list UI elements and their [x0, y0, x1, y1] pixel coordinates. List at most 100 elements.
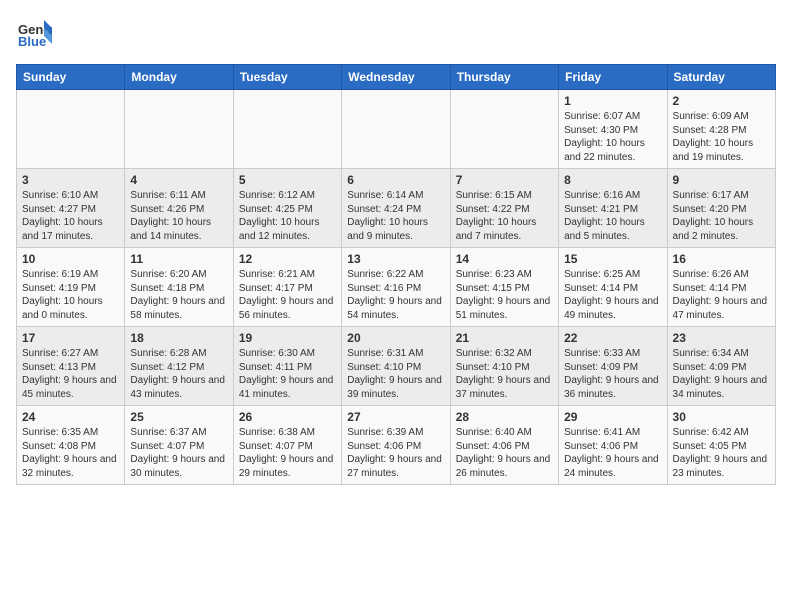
calendar-cell: 21 Sunrise: 6:32 AM Sunset: 4:10 PM Dayli…	[450, 327, 558, 406]
calendar-week-2: 3 Sunrise: 6:10 AM Sunset: 4:27 PM Daylig…	[17, 169, 776, 248]
day-info: Sunrise: 6:28 AM Sunset: 4:12 PM Dayligh…	[130, 347, 227, 401]
day-info: Sunrise: 6:17 AM Sunset: 4:20 PM Dayligh…	[673, 189, 770, 243]
day-number: 21	[456, 331, 553, 345]
day-info: Sunrise: 6:10 AM Sunset: 4:27 PM Dayligh…	[22, 189, 119, 243]
calendar-cell: 25 Sunrise: 6:37 AM Sunset: 4:07 PM Dayli…	[125, 406, 233, 485]
calendar-cell: 22 Sunrise: 6:33 AM Sunset: 4:09 PM Dayli…	[559, 327, 667, 406]
calendar-cell: 30 Sunrise: 6:42 AM Sunset: 4:05 PM Dayli…	[667, 406, 775, 485]
calendar-cell	[233, 90, 341, 169]
calendar-cell	[450, 90, 558, 169]
calendar-cell: 16Sunrise: 6:26 AM Sunset: 4:14 PM Dayli…	[667, 248, 775, 327]
day-info: Sunrise: 6:16 AM Sunset: 4:21 PM Dayligh…	[564, 189, 661, 243]
day-info: Sunrise: 6:20 AM Sunset: 4:18 PM Dayligh…	[130, 268, 227, 322]
calendar-cell: 7Sunrise: 6:15 AM Sunset: 4:22 PM Daylig…	[450, 169, 558, 248]
calendar-week-1: 1 Sunrise: 6:07 AM Sunset: 4:30 PM Daylig…	[17, 90, 776, 169]
weekday-header-tuesday: Tuesday	[233, 65, 341, 90]
day-number: 1	[564, 94, 661, 108]
calendar-cell: 5 Sunrise: 6:12 AM Sunset: 4:25 PM Daylig…	[233, 169, 341, 248]
day-number: 9	[673, 173, 770, 187]
day-number: 13	[347, 252, 444, 266]
calendar-cell: 6 Sunrise: 6:14 AM Sunset: 4:24 PM Daylig…	[342, 169, 450, 248]
day-number: 26	[239, 410, 336, 424]
day-info: Sunrise: 6:09 AM Sunset: 4:28 PM Dayligh…	[673, 110, 770, 164]
weekday-header-monday: Monday	[125, 65, 233, 90]
day-info: Sunrise: 6:31 AM Sunset: 4:10 PM Dayligh…	[347, 347, 444, 401]
day-number: 17	[22, 331, 119, 345]
calendar-cell: 12Sunrise: 6:21 AM Sunset: 4:17 PM Dayli…	[233, 248, 341, 327]
calendar-cell: 29 Sunrise: 6:41 AM Sunset: 4:06 PM Dayli…	[559, 406, 667, 485]
calendar-cell: 24Sunrise: 6:35 AM Sunset: 4:08 PM Dayli…	[17, 406, 125, 485]
day-number: 19	[239, 331, 336, 345]
day-number: 24	[22, 410, 119, 424]
calendar-cell: 19 Sunrise: 6:30 AM Sunset: 4:11 PM Dayli…	[233, 327, 341, 406]
calendar-body: 1 Sunrise: 6:07 AM Sunset: 4:30 PM Daylig…	[17, 90, 776, 485]
day-info: Sunrise: 6:41 AM Sunset: 4:06 PM Dayligh…	[564, 426, 661, 480]
day-number: 12	[239, 252, 336, 266]
calendar-cell: 8 Sunrise: 6:16 AM Sunset: 4:21 PM Daylig…	[559, 169, 667, 248]
day-number: 30	[673, 410, 770, 424]
day-info: Sunrise: 6:32 AM Sunset: 4:10 PM Dayligh…	[456, 347, 553, 401]
day-number: 28	[456, 410, 553, 424]
day-info: Sunrise: 6:14 AM Sunset: 4:24 PM Dayligh…	[347, 189, 444, 243]
logo-icon: General Blue	[16, 16, 52, 52]
day-number: 23	[673, 331, 770, 345]
day-info: Sunrise: 6:34 AM Sunset: 4:09 PM Dayligh…	[673, 347, 770, 401]
day-number: 27	[347, 410, 444, 424]
calendar-cell: 4Sunrise: 6:11 AM Sunset: 4:26 PM Daylig…	[125, 169, 233, 248]
calendar-cell: 18Sunrise: 6:28 AM Sunset: 4:12 PM Dayli…	[125, 327, 233, 406]
calendar-cell: 15 Sunrise: 6:25 AM Sunset: 4:14 PM Dayli…	[559, 248, 667, 327]
day-number: 11	[130, 252, 227, 266]
day-info: Sunrise: 6:12 AM Sunset: 4:25 PM Dayligh…	[239, 189, 336, 243]
day-number: 2	[673, 94, 770, 108]
calendar-cell: 9 Sunrise: 6:17 AM Sunset: 4:20 PM Daylig…	[667, 169, 775, 248]
day-number: 29	[564, 410, 661, 424]
day-info: Sunrise: 6:37 AM Sunset: 4:07 PM Dayligh…	[130, 426, 227, 480]
calendar-cell: 10 Sunrise: 6:19 AM Sunset: 4:19 PM Dayli…	[17, 248, 125, 327]
calendar-week-3: 10 Sunrise: 6:19 AM Sunset: 4:19 PM Dayli…	[17, 248, 776, 327]
svg-text:Blue: Blue	[18, 34, 46, 49]
weekday-header-sunday: Sunday	[17, 65, 125, 90]
calendar-cell: 17 Sunrise: 6:27 AM Sunset: 4:13 PM Dayli…	[17, 327, 125, 406]
calendar-cell: 2 Sunrise: 6:09 AM Sunset: 4:28 PM Daylig…	[667, 90, 775, 169]
day-number: 10	[22, 252, 119, 266]
calendar-cell: 20Sunrise: 6:31 AM Sunset: 4:10 PM Dayli…	[342, 327, 450, 406]
calendar-cell: 11 Sunrise: 6:20 AM Sunset: 4:18 PM Dayli…	[125, 248, 233, 327]
day-info: Sunrise: 6:30 AM Sunset: 4:11 PM Dayligh…	[239, 347, 336, 401]
day-info: Sunrise: 6:22 AM Sunset: 4:16 PM Dayligh…	[347, 268, 444, 322]
calendar-week-5: 24Sunrise: 6:35 AM Sunset: 4:08 PM Dayli…	[17, 406, 776, 485]
day-info: Sunrise: 6:38 AM Sunset: 4:07 PM Dayligh…	[239, 426, 336, 480]
day-info: Sunrise: 6:07 AM Sunset: 4:30 PM Dayligh…	[564, 110, 661, 164]
page-header: General Blue	[16, 16, 776, 52]
day-info: Sunrise: 6:11 AM Sunset: 4:26 PM Dayligh…	[130, 189, 227, 243]
day-number: 8	[564, 173, 661, 187]
day-info: Sunrise: 6:39 AM Sunset: 4:06 PM Dayligh…	[347, 426, 444, 480]
weekday-header-saturday: Saturday	[667, 65, 775, 90]
calendar-cell: 13 Sunrise: 6:22 AM Sunset: 4:16 PM Dayli…	[342, 248, 450, 327]
calendar-cell: 23 Sunrise: 6:34 AM Sunset: 4:09 PM Dayli…	[667, 327, 775, 406]
day-info: Sunrise: 6:42 AM Sunset: 4:05 PM Dayligh…	[673, 426, 770, 480]
day-number: 16	[673, 252, 770, 266]
day-info: Sunrise: 6:25 AM Sunset: 4:14 PM Dayligh…	[564, 268, 661, 322]
weekday-header-friday: Friday	[559, 65, 667, 90]
day-number: 5	[239, 173, 336, 187]
day-number: 15	[564, 252, 661, 266]
calendar-cell	[342, 90, 450, 169]
calendar-cell	[125, 90, 233, 169]
day-info: Sunrise: 6:19 AM Sunset: 4:19 PM Dayligh…	[22, 268, 119, 322]
calendar-week-4: 17 Sunrise: 6:27 AM Sunset: 4:13 PM Dayli…	[17, 327, 776, 406]
calendar-header-row: SundayMondayTuesdayWednesdayThursdayFrid…	[17, 65, 776, 90]
day-info: Sunrise: 6:15 AM Sunset: 4:22 PM Dayligh…	[456, 189, 553, 243]
day-number: 6	[347, 173, 444, 187]
day-number: 3	[22, 173, 119, 187]
calendar-table: SundayMondayTuesdayWednesdayThursdayFrid…	[16, 64, 776, 485]
weekday-header-wednesday: Wednesday	[342, 65, 450, 90]
calendar-cell: 28 Sunrise: 6:40 AM Sunset: 4:06 PM Dayli…	[450, 406, 558, 485]
day-info: Sunrise: 6:33 AM Sunset: 4:09 PM Dayligh…	[564, 347, 661, 401]
day-number: 25	[130, 410, 227, 424]
calendar-cell: 3 Sunrise: 6:10 AM Sunset: 4:27 PM Daylig…	[17, 169, 125, 248]
day-number: 22	[564, 331, 661, 345]
logo: General Blue	[16, 16, 56, 52]
calendar-cell: 14Sunrise: 6:23 AM Sunset: 4:15 PM Dayli…	[450, 248, 558, 327]
day-info: Sunrise: 6:27 AM Sunset: 4:13 PM Dayligh…	[22, 347, 119, 401]
day-info: Sunrise: 6:40 AM Sunset: 4:06 PM Dayligh…	[456, 426, 553, 480]
